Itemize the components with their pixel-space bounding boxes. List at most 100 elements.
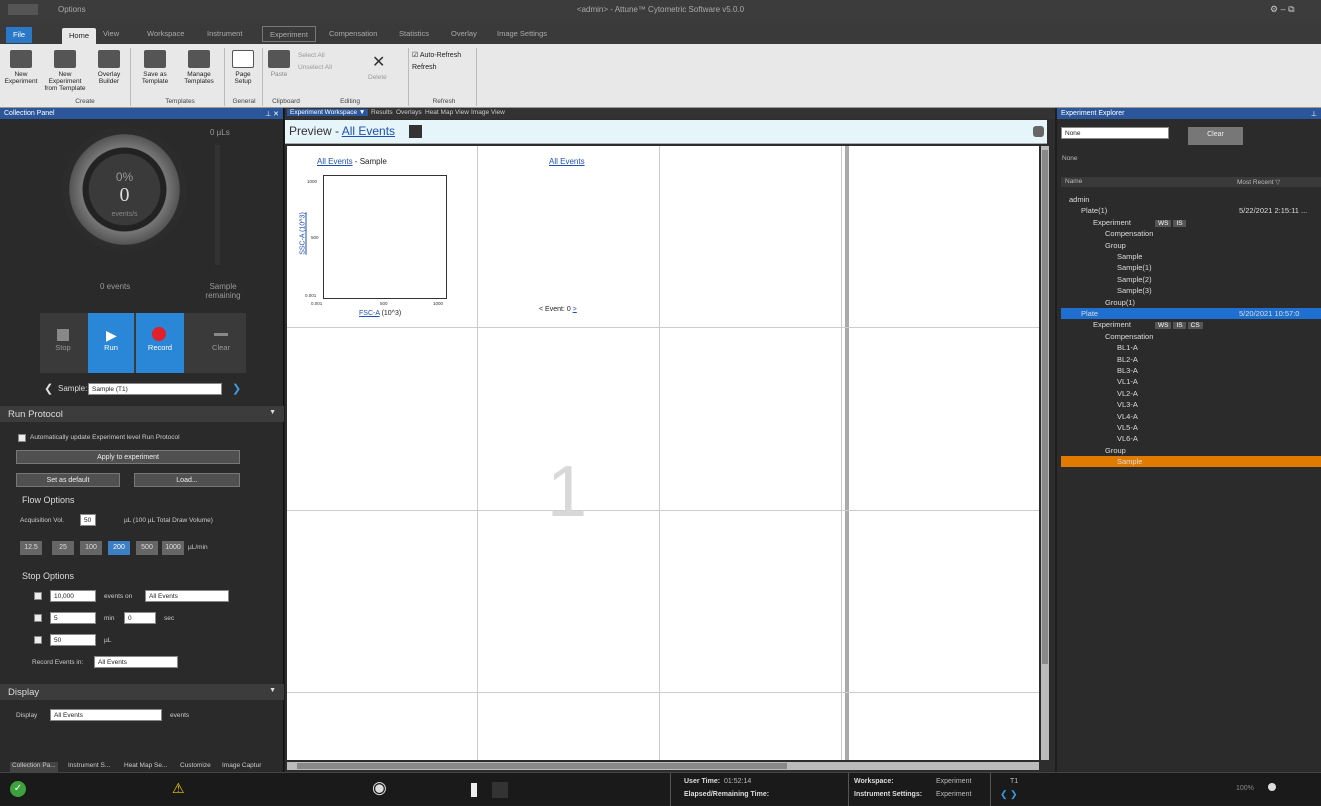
tab-image-settings[interactable]: Image Settings (490, 26, 554, 42)
auto-update-checkbox[interactable] (18, 434, 26, 442)
tree-node[interactable]: Sample(2) (1061, 274, 1321, 285)
add-plot-icon[interactable] (1033, 126, 1044, 137)
vertical-scrollbar[interactable] (1041, 146, 1049, 760)
tree-node[interactable]: VL5-A (1061, 422, 1321, 433)
save-as-template-button[interactable]: Save as Template (134, 50, 176, 85)
run-button[interactable]: ▶ Run (88, 313, 134, 373)
tree-node[interactable]: VL2-A (1061, 388, 1321, 399)
preview-color-icon[interactable] (409, 125, 422, 138)
paste-button[interactable]: Paste (266, 50, 292, 78)
clear-button[interactable]: Clear (198, 313, 244, 373)
page-setup-button[interactable]: Page Setup (228, 50, 258, 85)
tree-node[interactable]: VL4-A (1061, 411, 1321, 422)
set-default-button[interactable]: Set as default (16, 473, 120, 487)
scroll-thumb[interactable] (297, 763, 787, 769)
tree-node[interactable]: Group(1) (1061, 297, 1321, 308)
explorer-clear-button[interactable]: Clear (1188, 127, 1243, 145)
col-name[interactable]: Name (1065, 178, 1082, 185)
run-protocol-header[interactable]: Run Protocol ▼ (0, 406, 284, 422)
x-axis-link[interactable]: FSC-A (359, 310, 380, 317)
prev-sample-icon[interactable]: ❮ (44, 382, 53, 395)
pin-icon[interactable]: ⊥ (1311, 110, 1317, 118)
rate-100[interactable]: 100 (80, 541, 102, 555)
stop-events-checkbox[interactable] (34, 592, 42, 600)
tree-node[interactable]: Plate 5/20/2021 10:57:0 (1061, 308, 1321, 319)
next-event-link[interactable]: > (573, 306, 577, 313)
tab-overlays[interactable]: Overlays (396, 109, 422, 116)
tree-node[interactable]: Plate(1) 5/22/2021 2:15:11 ... (1061, 205, 1321, 216)
load-button[interactable]: Load... (134, 473, 240, 487)
acq-vol-input[interactable]: 50 (80, 514, 96, 526)
refresh-button[interactable]: Refresh (412, 64, 437, 71)
tab-statistics[interactable]: Statistics (392, 26, 436, 42)
preview-link[interactable]: All Events (342, 124, 395, 138)
explorer-filter-select[interactable]: None (1061, 127, 1169, 139)
manage-templates-button[interactable]: Manage Templates (178, 50, 220, 85)
tree-node[interactable]: Experiment WS IS (1061, 217, 1321, 228)
select-all-button[interactable]: Select All (298, 52, 325, 59)
tree-node[interactable]: VL6-A (1061, 433, 1321, 444)
stop-min-input[interactable]: 5 (50, 612, 96, 624)
unselect-all-button[interactable]: Unselect All (298, 64, 332, 71)
tab-image-view[interactable]: Image View (471, 109, 505, 116)
tree-node[interactable]: Sample (1061, 456, 1321, 468)
tree-node[interactable]: VL3-A (1061, 399, 1321, 410)
y-axis-label[interactable]: SSC-A (10^3) (300, 194, 307, 274)
tab-instrument[interactable]: Instrument (200, 26, 249, 42)
camera-icon[interactable]: ◉ (372, 778, 387, 798)
status-ok-icon[interactable]: ✓ (10, 781, 26, 797)
tree-node[interactable]: Group (1061, 445, 1321, 456)
stop-events-input[interactable]: 10,000 (50, 590, 96, 602)
tree-node[interactable]: Sample(3) (1061, 285, 1321, 296)
new-experiment-button[interactable]: New Experiment (4, 50, 38, 85)
col-most-recent[interactable]: Most Recent ▽ (1237, 178, 1280, 186)
display-select[interactable]: All Events (50, 709, 162, 721)
rate-500[interactable]: 500 (136, 541, 158, 555)
pin-icon[interactable]: ⊥ ✕ (265, 110, 279, 118)
tree-node[interactable]: admin (1061, 194, 1321, 205)
record-button[interactable]: Record (136, 313, 184, 373)
auto-refresh-checkbox[interactable]: ☑ Auto-Refresh (412, 51, 461, 59)
tab-overlay[interactable]: Overlay (444, 26, 484, 42)
sample-select[interactable]: Sample (T1) (88, 383, 222, 395)
tree-node[interactable]: VL1-A (1061, 376, 1321, 387)
warning-icon[interactable]: ⚠ (172, 780, 185, 797)
delete-icon[interactable]: ✕ (372, 52, 385, 72)
rate-1000[interactable]: 1000 (162, 541, 184, 555)
tab-compensation[interactable]: Compensation (322, 26, 384, 42)
tab-file[interactable]: File (6, 27, 33, 43)
zoom-slider[interactable] (1268, 783, 1276, 791)
plot2-title[interactable]: All Events (549, 157, 585, 166)
tube-nav-icon[interactable]: ❮ ❯ (1000, 789, 1018, 800)
tree-node[interactable]: Compensation (1061, 331, 1321, 342)
tree-node[interactable]: BL3-A (1061, 365, 1321, 376)
tree-node[interactable]: Sample (1061, 251, 1321, 262)
tab-view[interactable]: View (96, 26, 126, 42)
new-from-template-button[interactable]: New Experiment from Template (42, 50, 88, 92)
tube-icon[interactable] (471, 783, 477, 797)
overlay-builder-button[interactable]: Overlay Builder (92, 50, 126, 85)
rate-25[interactable]: 25 (52, 541, 74, 555)
tree-node[interactable]: Group (1061, 240, 1321, 251)
stop-volume-checkbox[interactable] (34, 636, 42, 644)
record-events-select[interactable]: All Events (94, 656, 178, 668)
horizontal-scrollbar[interactable] (287, 762, 1039, 770)
tree-node[interactable]: Sample(1) (1061, 262, 1321, 273)
tree-node[interactable]: BL1-A (1061, 342, 1321, 353)
tab-results[interactable]: Results (371, 109, 393, 116)
rate-12-5[interactable]: 12.5 (20, 541, 42, 555)
next-sample-icon[interactable]: ❯ (232, 382, 241, 395)
rate-200[interactable]: 200 (108, 541, 130, 555)
tab-home[interactable]: Home (62, 28, 97, 44)
tab-experiment-workspace[interactable]: Experiment Workspace ▼ (287, 109, 369, 116)
display-header[interactable]: Display ▼ (0, 684, 284, 700)
stop-sec-input[interactable]: 0 (124, 612, 156, 624)
dot-plot[interactable] (323, 175, 447, 299)
tab-workspace[interactable]: Workspace (140, 26, 191, 42)
window-controls[interactable]: ⚙ – ⧉ (1270, 4, 1295, 15)
stop-button[interactable]: Stop (40, 313, 86, 373)
plot-title-link[interactable]: All Events (317, 157, 353, 166)
tree-node[interactable]: Experiment WS IS CS (1061, 319, 1321, 330)
events-on-select[interactable]: All Events (145, 590, 229, 602)
tab-heat-map-view[interactable]: Heat Map View (425, 109, 469, 116)
